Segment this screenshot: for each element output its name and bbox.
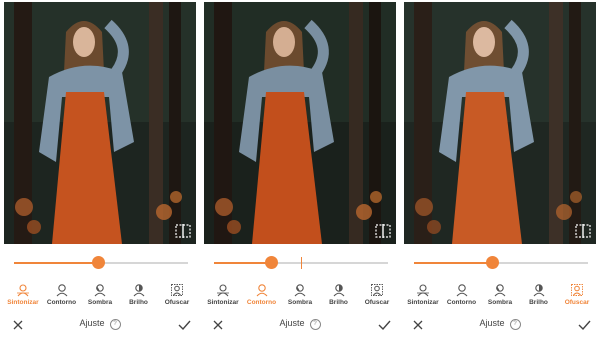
slider-fill <box>414 262 492 264</box>
tool-label: Brilho <box>329 299 348 306</box>
check-icon[interactable] <box>578 319 591 331</box>
blur-icon <box>558 283 596 297</box>
bottom-bar: Ajuste? <box>2 317 198 333</box>
tool-contorno[interactable]: Contorno <box>43 283 81 311</box>
check-icon[interactable] <box>378 319 391 331</box>
photo-preview <box>204 2 396 244</box>
editor-comparison: Sintonizar Contorno Sombra Brilho Ofuscar Aj… <box>0 0 600 337</box>
adjust-slider[interactable] <box>14 256 188 269</box>
tool-bar: Sintonizar Contorno Sombra Brilho Ofuscar <box>2 283 198 311</box>
tool-label: Sombra <box>487 299 513 306</box>
photo-preview <box>404 2 596 244</box>
slider-fill <box>14 262 98 264</box>
tool-contorno[interactable]: Contorno <box>443 283 481 311</box>
tune-icon <box>204 283 242 297</box>
brightness-icon <box>520 283 558 297</box>
slider-thumb[interactable] <box>265 256 278 269</box>
panel-title: Ajuste? <box>202 318 398 330</box>
brightness-icon <box>120 283 158 297</box>
tool-label: Sombra <box>287 299 313 306</box>
compare-icon[interactable] <box>575 224 591 238</box>
tool-ofuscar[interactable]: Ofuscar <box>358 283 396 311</box>
title-label: Ajuste <box>79 318 105 328</box>
tool-ofuscar[interactable]: Ofuscar <box>158 283 196 311</box>
tool-label: Sintonizar <box>7 299 39 306</box>
title-label: Ajuste <box>479 318 505 328</box>
bottom-bar: Ajuste? <box>202 317 398 333</box>
tool-brilho[interactable]: Brilho <box>520 283 558 311</box>
tool-brilho[interactable]: Brilho <box>120 283 158 311</box>
editor-panel-3: Sintonizar Contorno Sombra Brilho Ofuscar Aj… <box>402 0 598 337</box>
contour-icon <box>443 283 481 297</box>
bottom-bar: Ajuste? <box>402 317 598 333</box>
photo-image <box>4 2 196 244</box>
tool-label: Contorno <box>246 299 277 306</box>
photo-image <box>204 2 396 244</box>
panel-title: Ajuste? <box>2 318 198 330</box>
tool-label: Ofuscar <box>164 299 190 306</box>
adjust-slider[interactable] <box>414 256 588 269</box>
adjust-slider[interactable] <box>214 256 388 269</box>
tool-label: Contorno <box>46 299 77 306</box>
tune-icon <box>4 283 42 297</box>
editor-panel-1: Sintonizar Contorno Sombra Brilho Ofuscar Aj… <box>2 0 198 337</box>
slider-thumb[interactable] <box>486 256 499 269</box>
photo-image <box>404 2 596 244</box>
tool-sintonizar[interactable]: Sintonizar <box>4 283 42 311</box>
help-icon[interactable]: ? <box>109 319 121 330</box>
tool-sombra[interactable]: Sombra <box>481 283 519 311</box>
tool-label: Sintonizar <box>407 299 439 306</box>
tool-label: Sombra <box>87 299 113 306</box>
help-icon[interactable]: ? <box>509 319 521 330</box>
slider-fill <box>214 262 271 264</box>
blur-icon <box>358 283 396 297</box>
help-icon[interactable]: ? <box>309 319 321 330</box>
check-icon[interactable] <box>178 319 191 331</box>
tool-ofuscar[interactable]: Ofuscar <box>558 283 596 311</box>
slider-center-mark <box>301 257 302 269</box>
tool-sombra[interactable]: Sombra <box>281 283 319 311</box>
shadow-icon <box>81 283 119 297</box>
tool-sintonizar[interactable]: Sintonizar <box>404 283 442 311</box>
tool-label: Ofuscar <box>564 299 590 306</box>
brightness-icon <box>320 283 358 297</box>
panel-title: Ajuste? <box>402 318 598 330</box>
tool-sintonizar[interactable]: Sintonizar <box>204 283 242 311</box>
photo-preview <box>4 2 196 244</box>
tool-bar: Sintonizar Contorno Sombra Brilho Ofuscar <box>402 283 598 311</box>
tool-brilho[interactable]: Brilho <box>320 283 358 311</box>
editor-panel-2: Sintonizar Contorno Sombra Brilho Ofuscar Aj… <box>202 0 398 337</box>
contour-icon <box>43 283 81 297</box>
tool-contorno[interactable]: Contorno <box>243 283 281 311</box>
tool-label: Brilho <box>529 299 548 306</box>
shadow-icon <box>481 283 519 297</box>
tune-icon <box>404 283 442 297</box>
tool-label: Sintonizar <box>207 299 239 306</box>
tool-sombra[interactable]: Sombra <box>81 283 119 311</box>
shadow-icon <box>281 283 319 297</box>
tool-label: Contorno <box>446 299 477 306</box>
blur-icon <box>158 283 196 297</box>
tool-label: Ofuscar <box>364 299 390 306</box>
title-label: Ajuste <box>279 318 305 328</box>
tool-label: Brilho <box>129 299 148 306</box>
slider-thumb[interactable] <box>92 256 105 269</box>
contour-icon <box>243 283 281 297</box>
compare-icon[interactable] <box>375 224 391 238</box>
compare-icon[interactable] <box>175 224 191 238</box>
tool-bar: Sintonizar Contorno Sombra Brilho Ofuscar <box>202 283 398 311</box>
